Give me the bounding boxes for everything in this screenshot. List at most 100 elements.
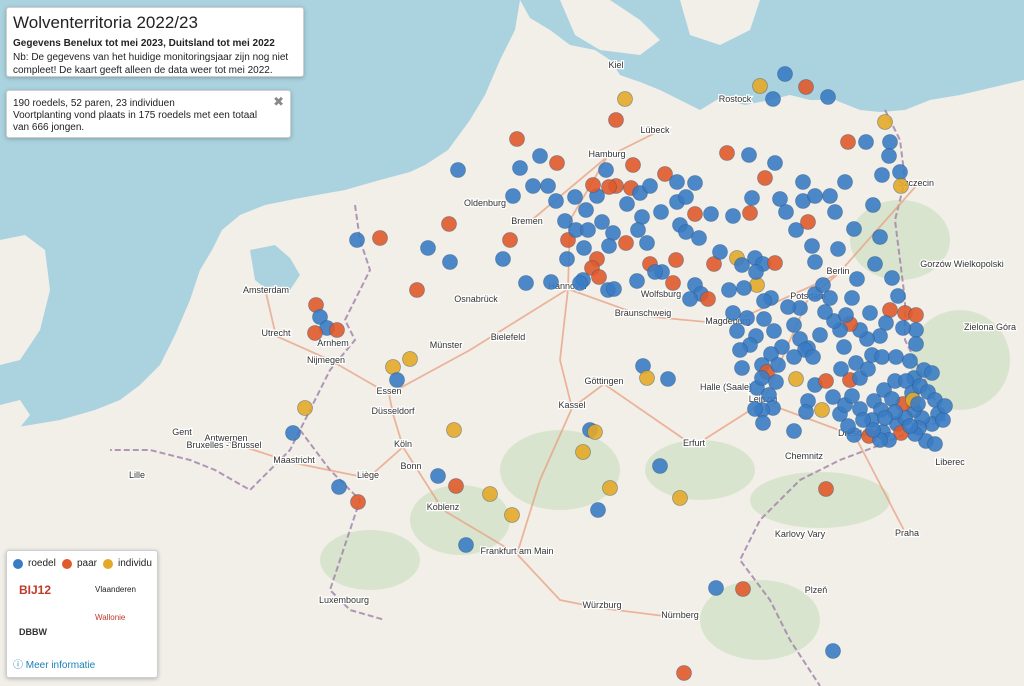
roedel-marker[interactable] — [744, 190, 760, 206]
paar-marker[interactable] — [625, 157, 641, 173]
paar-marker[interactable] — [798, 79, 814, 95]
paar-marker[interactable] — [350, 494, 366, 510]
roedel-marker[interactable] — [890, 288, 906, 304]
roedel-marker[interactable] — [450, 162, 466, 178]
roedel-marker[interactable] — [855, 412, 871, 428]
roedel-marker[interactable] — [836, 339, 852, 355]
paar-marker[interactable] — [757, 170, 773, 186]
close-icon[interactable]: ✖ — [273, 94, 284, 110]
individu-marker[interactable] — [402, 351, 418, 367]
roedel-marker[interactable] — [884, 270, 900, 286]
roedel-marker[interactable] — [732, 342, 748, 358]
roedel-marker[interactable] — [708, 580, 724, 596]
roedel-marker[interactable] — [601, 238, 617, 254]
roedel-marker[interactable] — [734, 257, 750, 273]
individu-marker[interactable] — [446, 422, 462, 438]
roedel-marker[interactable] — [846, 221, 862, 237]
roedel-marker[interactable] — [741, 147, 757, 163]
roedel-marker[interactable] — [532, 148, 548, 164]
roedel-marker[interactable] — [682, 291, 698, 307]
roedel-marker[interactable] — [518, 275, 534, 291]
roedel-marker[interactable] — [349, 232, 365, 248]
roedel-marker[interactable] — [867, 256, 883, 272]
paar-marker[interactable] — [818, 481, 834, 497]
roedel-marker[interactable] — [786, 349, 802, 365]
individu-marker[interactable] — [482, 486, 498, 502]
paar-marker[interactable] — [742, 205, 758, 221]
individu-marker[interactable] — [575, 444, 591, 460]
paar-marker[interactable] — [719, 145, 735, 161]
roedel-marker[interactable] — [844, 290, 860, 306]
roedel-marker[interactable] — [736, 280, 752, 296]
roedel-marker[interactable] — [653, 204, 669, 220]
roedel-marker[interactable] — [754, 370, 770, 386]
roedel-marker[interactable] — [505, 188, 521, 204]
roedel-marker[interactable] — [747, 401, 763, 417]
paar-marker[interactable] — [601, 179, 617, 195]
roedel-marker[interactable] — [725, 305, 741, 321]
paar-marker[interactable] — [585, 177, 601, 193]
roedel-marker[interactable] — [755, 415, 771, 431]
paar-marker[interactable] — [329, 322, 345, 338]
roedel-marker[interactable] — [389, 372, 405, 388]
roedel-marker[interactable] — [838, 307, 854, 323]
roedel-marker[interactable] — [729, 323, 745, 339]
roedel-marker[interactable] — [804, 238, 820, 254]
roedel-marker[interactable] — [927, 436, 943, 452]
roedel-marker[interactable] — [678, 189, 694, 205]
roedel-marker[interactable] — [908, 322, 924, 338]
roedel-marker[interactable] — [458, 537, 474, 553]
roedel-marker[interactable] — [872, 328, 888, 344]
paar-marker[interactable] — [509, 131, 525, 147]
roedel-marker[interactable] — [935, 412, 951, 428]
roedel-marker[interactable] — [442, 254, 458, 270]
roedel-marker[interactable] — [844, 388, 860, 404]
roedel-marker[interactable] — [924, 365, 940, 381]
roedel-marker[interactable] — [430, 468, 446, 484]
roedel-marker[interactable] — [331, 479, 347, 495]
roedel-marker[interactable] — [807, 254, 823, 270]
roedel-marker[interactable] — [770, 357, 786, 373]
roedel-marker[interactable] — [910, 396, 926, 412]
paar-marker[interactable] — [840, 134, 856, 150]
roedel-marker[interactable] — [865, 197, 881, 213]
roedel-marker[interactable] — [739, 310, 755, 326]
roedel-marker[interactable] — [902, 353, 918, 369]
roedel-marker[interactable] — [639, 235, 655, 251]
roedel-marker[interactable] — [778, 204, 794, 220]
paar-marker[interactable] — [767, 255, 783, 271]
roedel-marker[interactable] — [833, 361, 849, 377]
roedel-marker[interactable] — [748, 264, 764, 280]
roedel-marker[interactable] — [795, 174, 811, 190]
paar-marker[interactable] — [665, 275, 681, 291]
paar-marker[interactable] — [735, 581, 751, 597]
roedel-marker[interactable] — [827, 204, 843, 220]
paar-marker[interactable] — [676, 665, 692, 681]
paar-marker[interactable] — [441, 216, 457, 232]
individu-marker[interactable] — [752, 78, 768, 94]
roedel-marker[interactable] — [652, 458, 668, 474]
roedel-marker[interactable] — [512, 160, 528, 176]
roedel-marker[interactable] — [578, 202, 594, 218]
roedel-marker[interactable] — [420, 240, 436, 256]
paar-marker[interactable] — [307, 325, 323, 341]
individu-marker[interactable] — [877, 114, 893, 130]
roedel-marker[interactable] — [285, 425, 301, 441]
roedel-marker[interactable] — [888, 349, 904, 365]
roedel-marker[interactable] — [786, 317, 802, 333]
roedel-marker[interactable] — [786, 423, 802, 439]
roedel-marker[interactable] — [817, 304, 833, 320]
paar-marker[interactable] — [372, 230, 388, 246]
individu-marker[interactable] — [617, 91, 633, 107]
roedel-marker[interactable] — [837, 174, 853, 190]
roedel-marker[interactable] — [780, 299, 796, 315]
roedel-marker[interactable] — [766, 323, 782, 339]
roedel-marker[interactable] — [798, 404, 814, 420]
individu-marker[interactable] — [504, 507, 520, 523]
roedel-marker[interactable] — [765, 91, 781, 107]
roedel-marker[interactable] — [712, 244, 728, 260]
roedel-marker[interactable] — [669, 174, 685, 190]
roedel-marker[interactable] — [495, 251, 511, 267]
roedel-marker[interactable] — [543, 274, 559, 290]
roedel-marker[interactable] — [756, 293, 772, 309]
